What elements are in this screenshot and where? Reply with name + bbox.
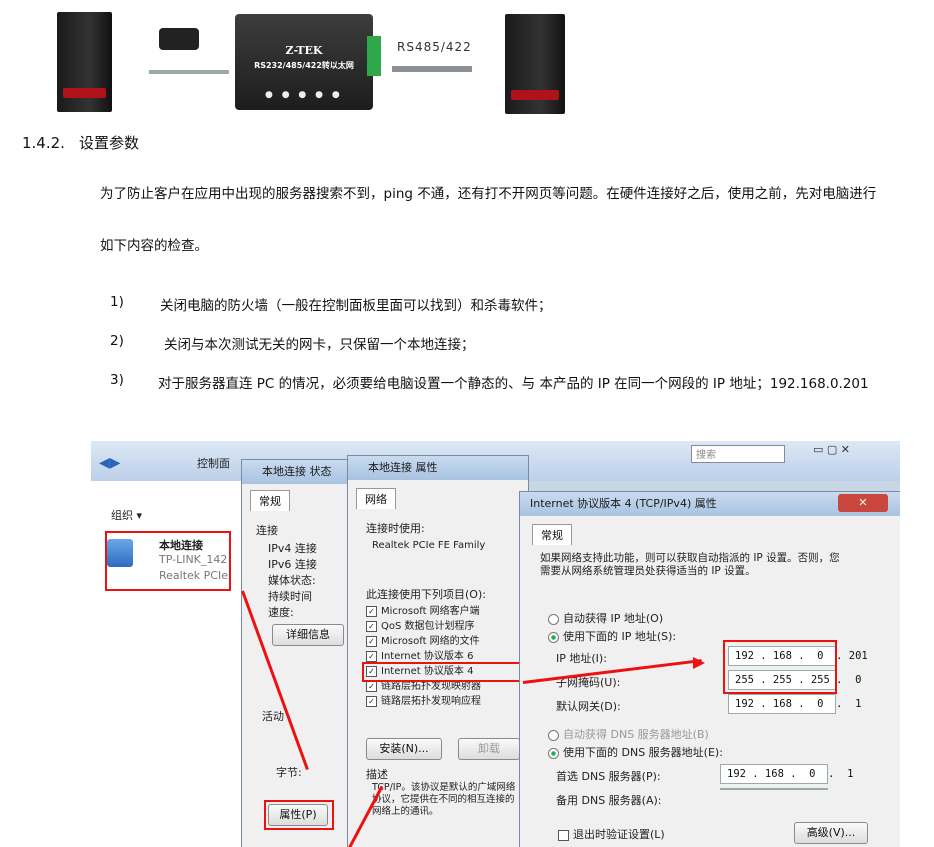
intro-line-1: 为了防止客户在应用中出现的服务器搜索不到，ping 不通，还有打不开网页等问题。…: [100, 186, 877, 202]
close-icon[interactable]: ✕: [838, 494, 888, 512]
items-label: 此连接使用下列项目(O):: [366, 588, 486, 601]
step-text: 关闭与本次测试无关的网卡，只保留一个本地连接；: [164, 337, 475, 353]
section-heading: 1.4.2. 设置参数: [22, 132, 139, 153]
list-item[interactable]: ✓ Microsoft 网络的文件: [366, 634, 524, 649]
window-controls[interactable]: ▭ ▢ ✕: [813, 443, 850, 456]
device-model: RS232/485/422转以太网: [254, 61, 354, 70]
status-row: 持续时间: [268, 590, 312, 603]
led-indicators: ● ● ● ● ●: [265, 90, 343, 100]
back-forward-icon[interactable]: ◀▶: [99, 455, 121, 471]
manual-dns-option[interactable]: 使用下面的 DNS 服务器地址(E):: [548, 744, 723, 760]
organize-menu[interactable]: 组织 ▾: [111, 507, 142, 523]
component-list: ✓ Microsoft 网络客户端 ✓ QoS 数据包计划程序 ✓ Microsoft…: [366, 604, 524, 709]
auto-dns-option[interactable]: 自动获得 DNS 服务器地址(B): [548, 726, 709, 742]
list-item[interactable]: ✓ QoS 数据包计划程序: [366, 619, 524, 634]
cable-icon: [149, 70, 229, 74]
description-label: 描述: [366, 768, 388, 781]
auto-ip-option[interactable]: 自动获得 IP 地址(O): [548, 610, 663, 626]
list-item[interactable]: ✓ Microsoft 网络客户端: [366, 604, 524, 619]
serial-cable-icon: [392, 66, 472, 72]
highlight-box: [105, 531, 231, 591]
step-number: 1): [110, 294, 124, 310]
highlight-box: [723, 640, 837, 694]
properties-window: 本地连接 属性 网络 连接时使用: Realtek PCIe FE Family…: [347, 455, 529, 847]
section-number: 1.4.2.: [22, 134, 65, 152]
dns1-input[interactable]: 192 . 168 . 0 . 1: [720, 764, 853, 784]
tab-networking[interactable]: 网络: [356, 488, 396, 509]
ip-label: IP 地址(I):: [556, 652, 607, 665]
install-button[interactable]: 安装(N)...: [366, 738, 442, 760]
uninstall-button[interactable]: 卸载: [458, 738, 520, 760]
description-text: TCP/IP。该协议是默认的广域网络协议，它提供在不同的相互连接的网络上的通讯。: [372, 782, 516, 817]
status-row: 媒体状态:: [268, 574, 316, 587]
tab-general[interactable]: 常规: [532, 524, 572, 545]
manual-ip-option[interactable]: 使用下面的 IP 地址(S):: [548, 628, 676, 644]
power-adapter-icon: [159, 28, 199, 50]
network-settings-screenshot: ◀▶ 控制面 搜索 ▭ ▢ ✕ 组织 ▾ 本地连接 TP-LINK_142 Re…: [91, 441, 900, 847]
step-number: 2): [110, 333, 124, 349]
explorer-pane: 组织 ▾ 本地连接 TP-LINK_142 Realtek PCIe: [91, 481, 241, 847]
validate-checkbox[interactable]: 退出时验证设置(L): [558, 826, 665, 842]
properties-title: 本地连接 属性: [348, 456, 528, 480]
tab-general[interactable]: 常规: [250, 490, 290, 511]
intro-line-2: 如下内容的检查。: [100, 238, 208, 254]
ipv4-window: Internet 协议版本 4 (TCP/IPv4) 属性 ✕ 常规 如果网络支…: [519, 491, 900, 847]
converter-device: Z-TEK RS232/485/422转以太网 ● ● ● ● ●: [235, 14, 373, 110]
computer-icon: [57, 12, 112, 112]
status-row: 速度:: [268, 606, 294, 619]
gateway-label: 默认网关(D):: [556, 700, 621, 713]
arrowhead-icon: [693, 657, 705, 669]
details-button[interactable]: 详细信息: [272, 624, 344, 646]
status-window: 本地连接 状态 常规 连接 IPv4 连接 IPv6 连接 媒体状态: 持续时间…: [241, 459, 353, 847]
link-label: RS485/422: [397, 40, 472, 54]
terminal-block-icon: [367, 36, 381, 76]
connection-diagram: Z-TEK RS232/485/422转以太网 ● ● ● ● ● RS485/…: [57, 0, 590, 115]
breadcrumb[interactable]: 控制面: [197, 455, 230, 471]
step-number: 3): [110, 372, 124, 388]
dns1-label: 首选 DNS 服务器(P):: [556, 770, 661, 783]
highlight-box: [362, 662, 526, 682]
device-brand: Z-TEK: [285, 44, 323, 57]
gateway-input[interactable]: 192 . 168 . 0 . 1: [728, 694, 861, 714]
dns2-label: 备用 DNS 服务器(A):: [556, 794, 662, 807]
section-title: 设置参数: [78, 134, 139, 152]
group-connection: 连接: [256, 524, 278, 537]
connect-using-label: 连接时使用:: [366, 522, 425, 535]
status-row: IPv4 连接: [268, 542, 317, 555]
highlight-box: [264, 800, 334, 830]
info-text: 如果网络支持此功能，则可以获取自动指派的 IP 设置。否则，您需要从网络系统管理…: [540, 552, 840, 577]
advanced-button[interactable]: 高级(V)...: [794, 822, 868, 844]
step-text: 对于服务器直连 PC 的情况，必须要给电脑设置一个静态的、与 本产品的 IP 在…: [158, 376, 869, 392]
status-title: 本地连接 状态: [242, 460, 352, 484]
bytes-label: 字节:: [276, 766, 302, 779]
dns2-input[interactable]: [720, 788, 828, 790]
step-text: 关闭电脑的防火墙（一般在控制面板里面可以找到）和杀毒软件；: [160, 298, 552, 314]
search-input[interactable]: 搜索: [691, 445, 785, 463]
list-item[interactable]: ✓ 链路层拓扑发现响应程: [366, 694, 524, 709]
adapter-name: Realtek PCIe FE Family: [372, 540, 486, 551]
activity-label: 活动: [262, 710, 284, 723]
status-row: IPv6 连接: [268, 558, 317, 571]
computer-icon: [505, 14, 565, 114]
